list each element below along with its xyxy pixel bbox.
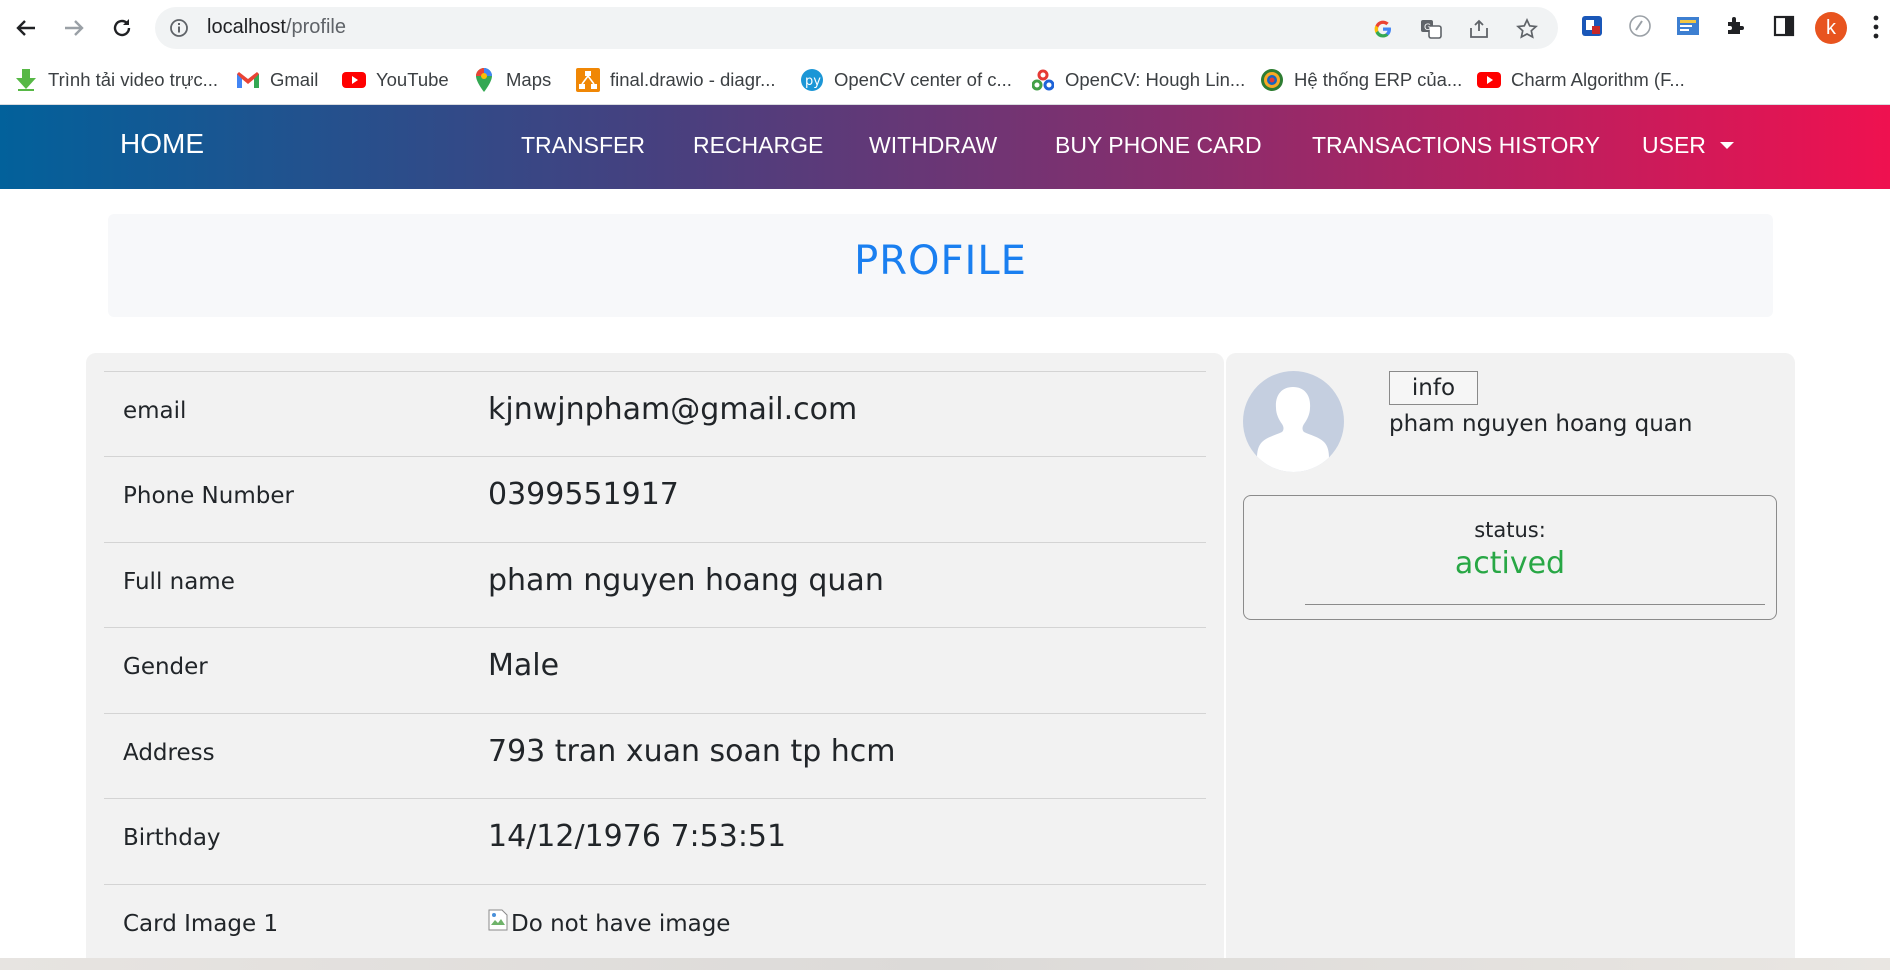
profile-header: PROFILE (108, 214, 1773, 317)
url-host: localhost (207, 16, 286, 38)
site-info-icon[interactable] (169, 18, 189, 42)
maps-pin-icon (472, 68, 496, 92)
bookmark-item[interactable]: final.drawio - diagr... (576, 66, 776, 94)
row-value: kjnwjnpham@gmail.com (488, 392, 858, 427)
profile-row-gender: Gender Male (104, 627, 1206, 713)
bookmarks-bar: Trình tải video trực... Gmail YouTube Ma… (0, 56, 1890, 105)
row-value: 0399551917 (488, 477, 679, 512)
bookmark-star-icon[interactable] (1516, 17, 1538, 44)
reload-button[interactable] (104, 10, 140, 46)
row-label: Phone Number (123, 483, 294, 509)
nav-user-dropdown[interactable]: USER (1642, 132, 1734, 159)
taskbar-edge (0, 958, 1890, 970)
bookmark-item[interactable]: YouTube (342, 66, 449, 94)
address-bar[interactable]: localhost/profile G (155, 7, 1558, 49)
youtube-icon (1477, 68, 1501, 92)
row-value: 14/12/1976 7:53:51 (488, 819, 787, 854)
extension-3-icon[interactable] (1676, 14, 1700, 42)
opencv-icon (1031, 68, 1055, 92)
broken-image-icon (488, 909, 508, 931)
nav-user-label: USER (1642, 132, 1706, 158)
back-button[interactable] (8, 10, 44, 46)
profile-initial: k (1826, 16, 1836, 39)
nav-transfer-link[interactable]: TRANSFER (521, 132, 645, 159)
bookmark-item[interactable]: Trình tải video trực... (14, 66, 218, 94)
user-full-name: pham nguyen hoang quan (1389, 411, 1693, 437)
profile-row-birthday: Birthday 14/12/1976 7:53:51 (104, 798, 1206, 884)
row-label: Birthday (123, 825, 221, 851)
page-title: PROFILE (854, 238, 1027, 284)
bookmark-item[interactable]: Charm Algorithm (F... (1477, 66, 1685, 94)
bookmark-label: OpenCV center of c... (834, 69, 1012, 90)
profile-row-email: email kjnwjnpham@gmail.com (104, 371, 1206, 457)
bookmark-label: Charm Algorithm (F... (1511, 69, 1685, 90)
google-icon[interactable] (1372, 18, 1394, 44)
bookmark-item[interactable]: Hệ thống ERP của... (1260, 66, 1462, 94)
extension-1-icon[interactable] (1580, 14, 1604, 42)
bookmark-label: Gmail (270, 69, 319, 90)
user-avatar (1243, 371, 1344, 472)
gmail-icon (236, 68, 260, 92)
nav-buy-phone-card-link[interactable]: BUY PHONE CARD (1055, 132, 1262, 159)
forward-arrow-icon (65, 20, 84, 36)
extension-2-icon[interactable] (1628, 14, 1652, 42)
reload-icon (113, 19, 131, 37)
status-divider (1305, 604, 1765, 605)
caret-down-icon (1719, 142, 1734, 149)
site-navbar: HOME TRANSFER RECHARGE WITHDRAW BUY PHON… (0, 105, 1890, 189)
status-label: status: (1474, 518, 1546, 542)
bookmark-label: Maps (506, 69, 552, 90)
profile-summary-card: info pham nguyen hoang quan status: acti… (1226, 353, 1795, 970)
profile-row-address: Address 793 tran xuan soan tp hcm (104, 713, 1206, 799)
svg-text:G: G (1424, 23, 1431, 33)
svg-text:py: py (805, 74, 821, 89)
bookmark-label: Trình tải video trực... (48, 69, 219, 90)
download-arrow-icon (14, 68, 38, 92)
extensions-puzzle-icon[interactable] (1724, 14, 1748, 42)
forward-button[interactable] (56, 10, 92, 46)
profile-row-phone: Phone Number 0399551917 (104, 456, 1206, 542)
nav-home-link[interactable]: HOME (120, 128, 204, 160)
user-silhouette-icon (1257, 387, 1329, 472)
row-value: 793 tran xuan soan tp hcm (488, 734, 896, 769)
nav-recharge-link[interactable]: RECHARGE (693, 132, 823, 159)
profile-avatar-button[interactable]: k (1815, 12, 1847, 44)
more-menu-icon[interactable] (1872, 14, 1880, 44)
status-box: status: actived (1243, 495, 1777, 620)
row-label: Full name (123, 569, 235, 595)
info-button[interactable]: info (1389, 371, 1478, 405)
bookmark-item[interactable]: Gmail (236, 66, 318, 94)
row-label: email (123, 398, 187, 424)
pyimagesearch-icon: py (800, 68, 824, 92)
bookmark-label: OpenCV: Hough Lin... (1065, 69, 1246, 90)
url-text: localhost/profile (207, 16, 346, 39)
row-value: Male (488, 648, 560, 683)
drawio-icon (576, 68, 600, 92)
bookmark-label: YouTube (376, 69, 449, 90)
erp-icon (1260, 68, 1284, 92)
row-label: Gender (123, 654, 208, 680)
browser-toolbar: localhost/profile G k (0, 0, 1890, 56)
row-label: Card Image 1 (123, 911, 279, 937)
bookmark-label: final.drawio - diagr... (610, 69, 776, 90)
image-alt-text: Do not have image (511, 911, 731, 937)
side-panel-icon[interactable] (1772, 14, 1796, 42)
bookmark-item[interactable]: py OpenCV center of c... (800, 66, 1012, 94)
share-icon[interactable] (1468, 18, 1490, 44)
bookmark-label: Hệ thống ERP của... (1294, 69, 1463, 90)
profile-row-full-name: Full name pham nguyen hoang quan (104, 542, 1206, 628)
nav-withdraw-link[interactable]: WITHDRAW (869, 132, 997, 159)
bookmark-item[interactable]: OpenCV: Hough Lin... (1031, 66, 1245, 94)
card-image-placeholder: Do not have image (488, 909, 731, 937)
translate-icon[interactable]: G (1420, 18, 1442, 44)
bookmark-item[interactable]: Maps (472, 66, 551, 94)
profile-details-card: email kjnwjnpham@gmail.com Phone Number … (86, 353, 1224, 970)
youtube-icon (342, 68, 366, 92)
nav-transactions-history-link[interactable]: TRANSACTIONS HISTORY (1312, 132, 1600, 159)
row-value: pham nguyen hoang quan (488, 563, 884, 598)
back-arrow-icon (16, 20, 35, 36)
status-value: actived (1454, 546, 1566, 581)
row-label: Address (123, 740, 215, 766)
url-path: /profile (285, 16, 346, 38)
